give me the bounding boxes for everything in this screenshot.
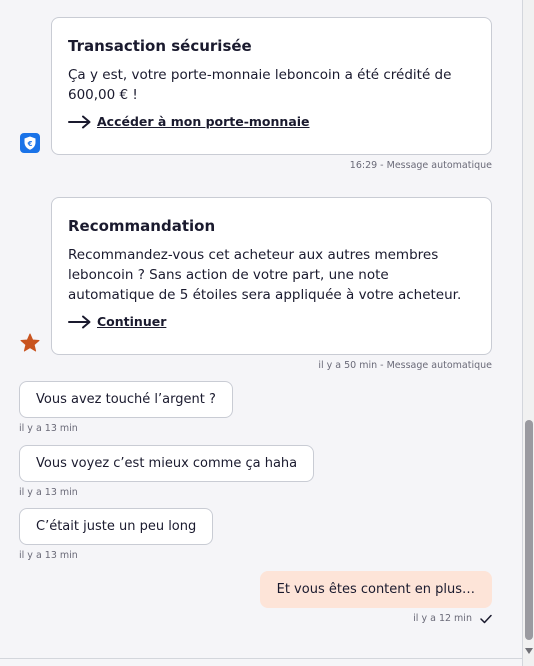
message-bubble[interactable]: Vous avez touché l’argent ? <box>19 381 233 418</box>
scroll-down-icon[interactable] <box>525 648 533 654</box>
card-timestamp: il y a 50 min - Message automatique <box>318 360 492 371</box>
svg-text:€: € <box>27 140 33 148</box>
message-bubble[interactable]: C’était juste un peu long <box>19 508 214 545</box>
scrollbar[interactable] <box>523 0 534 666</box>
card-title: Recommandation <box>68 217 216 235</box>
checkmark-icon <box>480 614 492 623</box>
system-card-transaction: Transaction sécurisée Ça y est, votre po… <box>51 17 492 155</box>
divider <box>0 658 522 659</box>
wallet-link[interactable]: Accéder à mon porte-monnaie <box>68 114 475 129</box>
card-body: Recommandez-vous cet acheteur aux autres… <box>68 247 462 303</box>
system-card-recommendation: Recommandation Recommandez-vous cet ache… <box>51 197 492 355</box>
message-timestamp: il y a 13 min <box>19 423 78 434</box>
card-body: Ça y est, votre porte-monnaie leboncoin … <box>68 67 452 103</box>
message-timestamp: il y a 13 min <box>19 550 78 561</box>
card-title: Transaction sécurisée <box>68 37 252 55</box>
message-bubble[interactable]: Vous voyez c’est mieux comme ça haha <box>19 445 315 482</box>
wallet-link-label: Accéder à mon porte-monnaie <box>97 114 310 129</box>
star-icon <box>20 333 40 352</box>
arrow-right-icon <box>68 115 91 128</box>
message-timestamp: il y a 12 min <box>413 613 472 624</box>
continue-link-label: Continuer <box>97 314 167 329</box>
continue-link[interactable]: Continuer <box>68 314 475 329</box>
arrow-right-icon <box>68 315 91 328</box>
card-timestamp: 16:29 - Message automatique <box>349 160 492 171</box>
scrollbar-thumb[interactable] <box>525 420 533 640</box>
shield-euro-icon: € <box>20 133 40 153</box>
own-message-bubble[interactable]: Et vous êtes content en plus… <box>259 571 492 608</box>
own-message-status: il y a 12 min <box>413 613 492 624</box>
chat-thread: Transaction sécurisée Ça y est, votre po… <box>0 0 522 658</box>
message-timestamp: il y a 13 min <box>19 487 78 498</box>
